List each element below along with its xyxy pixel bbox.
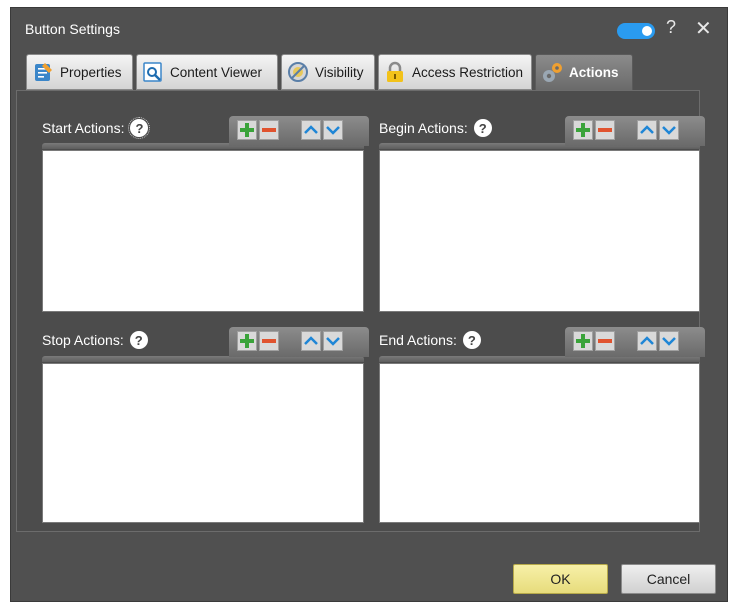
move-down-button[interactable] xyxy=(659,120,679,140)
minus-icon xyxy=(262,339,276,343)
chevron-up-icon xyxy=(304,125,318,134)
lock-icon xyxy=(383,60,407,84)
chevron-up-icon xyxy=(640,125,654,134)
move-down-button[interactable] xyxy=(323,120,343,140)
chevron-up-icon xyxy=(304,336,318,345)
tab-label: Actions xyxy=(569,65,619,80)
remove-button[interactable] xyxy=(595,120,615,140)
group-label: Begin Actions: xyxy=(379,120,468,136)
minus-icon xyxy=(598,128,612,132)
move-up-button[interactable] xyxy=(301,331,321,351)
plus-icon xyxy=(240,334,254,348)
toggle-knob xyxy=(642,26,652,36)
visibility-icon xyxy=(286,60,310,84)
add-button[interactable] xyxy=(237,120,257,140)
move-up-button[interactable] xyxy=(301,120,321,140)
remove-button[interactable] xyxy=(595,331,615,351)
chevron-down-icon xyxy=(326,337,340,346)
add-button[interactable] xyxy=(237,331,257,351)
tab-visibility[interactable]: Visibility xyxy=(281,54,375,90)
title-bar: Button Settings ? ✕ xyxy=(11,8,727,52)
group-end-actions: End Actions: ? xyxy=(379,331,481,349)
move-up-button[interactable] xyxy=(637,331,657,351)
group-start-actions: Start Actions: ? xyxy=(42,117,151,139)
list-toolbar xyxy=(565,327,705,357)
properties-icon xyxy=(31,60,55,84)
content-viewer-icon xyxy=(141,60,165,84)
move-down-button[interactable] xyxy=(323,331,343,351)
tab-content-viewer[interactable]: Content Viewer xyxy=(136,54,278,90)
chevron-down-icon xyxy=(326,126,340,135)
move-down-button[interactable] xyxy=(659,331,679,351)
tab-label: Content Viewer xyxy=(170,64,263,80)
stop-actions-list[interactable] xyxy=(42,363,364,523)
help-icon[interactable]: ? xyxy=(128,117,151,139)
group-stop-actions: Stop Actions: ? xyxy=(42,331,148,349)
toggle-switch[interactable] xyxy=(617,23,655,39)
dialog-title: Button Settings xyxy=(25,21,120,37)
chevron-down-icon xyxy=(662,126,676,135)
group-label: End Actions: xyxy=(379,332,457,348)
tab-access-restriction[interactable]: Access Restriction xyxy=(378,54,532,90)
tab-label: Properties xyxy=(60,64,122,80)
help-icon[interactable]: ? xyxy=(666,17,676,38)
add-button[interactable] xyxy=(573,331,593,351)
chevron-up-icon xyxy=(640,336,654,345)
cancel-button[interactable]: Cancel xyxy=(621,564,716,594)
start-actions-list[interactable] xyxy=(42,150,364,312)
close-icon[interactable]: ✕ xyxy=(695,16,712,41)
begin-actions-list[interactable] xyxy=(379,150,700,312)
add-button[interactable] xyxy=(573,120,593,140)
gears-icon xyxy=(540,61,564,85)
help-icon[interactable]: ? xyxy=(473,119,492,137)
remove-button[interactable] xyxy=(259,331,279,351)
list-toolbar xyxy=(565,116,705,146)
help-icon[interactable]: ? xyxy=(129,331,148,349)
remove-button[interactable] xyxy=(259,120,279,140)
plus-icon xyxy=(576,334,590,348)
tab-label: Visibility xyxy=(315,64,364,80)
plus-icon xyxy=(576,123,590,137)
minus-icon xyxy=(262,128,276,132)
minus-icon xyxy=(598,339,612,343)
list-toolbar xyxy=(229,327,369,357)
group-label: Start Actions: xyxy=(42,120,125,136)
move-up-button[interactable] xyxy=(637,120,657,140)
list-toolbar xyxy=(229,116,369,146)
ok-button[interactable]: OK xyxy=(513,564,608,594)
tab-label: Access Restriction xyxy=(412,64,524,80)
group-label: Stop Actions: xyxy=(42,332,124,348)
group-begin-actions: Begin Actions: ? xyxy=(379,119,492,137)
plus-icon xyxy=(240,123,254,137)
tab-properties[interactable]: Properties xyxy=(26,54,133,90)
chevron-down-icon xyxy=(662,337,676,346)
help-icon[interactable]: ? xyxy=(462,331,481,349)
tab-actions[interactable]: Actions xyxy=(535,54,633,91)
end-actions-list[interactable] xyxy=(379,363,700,523)
